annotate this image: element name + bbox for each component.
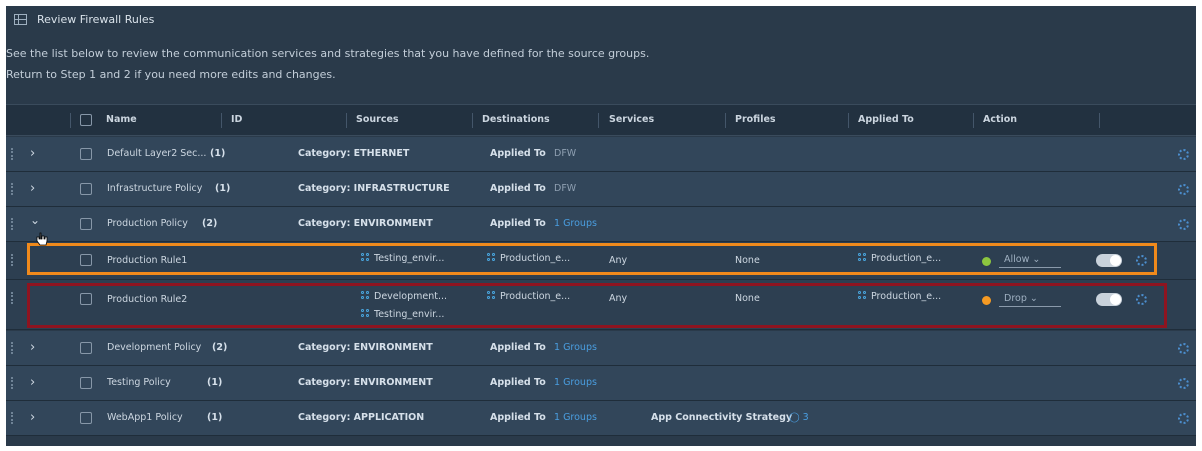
policy-name: Development Policy [107, 342, 202, 353]
review-firewall-rules-panel: Review Firewall Rules See the list below… [6, 6, 1196, 446]
policy-applied-to-groups-link[interactable]: 1 Groups [554, 412, 597, 423]
chevron-down-icon[interactable]: ⌄ [30, 213, 40, 227]
column-header-id[interactable]: ID [231, 105, 242, 135]
policy-category: Category: ENVIRONMENT [298, 377, 433, 388]
policy-applied-to-groups-link[interactable]: 1 Groups [554, 377, 597, 388]
policy-applied-to-groups-link[interactable]: 1 Groups [554, 218, 597, 229]
policy-applied-to-label: Applied To [490, 377, 546, 388]
drag-handle[interactable] [11, 292, 14, 304]
gear-icon[interactable] [1178, 378, 1189, 389]
column-header-applied-to[interactable]: Applied To [858, 105, 914, 135]
chevron-right-icon[interactable]: › [30, 146, 35, 161]
policy-applied-to-label: Applied To [490, 183, 546, 194]
drag-handle[interactable] [11, 218, 14, 230]
row-checkbox[interactable] [80, 412, 92, 424]
policy-applied-to-groups-link[interactable]: 1 Groups [554, 342, 597, 353]
description-line-2: Return to Step 1 and 2 if you need more … [6, 68, 336, 81]
policy-name: Default Layer2 Sec... [107, 148, 207, 159]
column-header-action[interactable]: Action [983, 105, 1017, 135]
gear-icon[interactable] [1178, 413, 1189, 424]
policy-applied-to-value: DFW [554, 183, 577, 194]
policy-applied-to-label: Applied To [490, 218, 546, 229]
policy-applied-to-label: Applied To [490, 148, 546, 159]
drag-handle[interactable] [11, 254, 14, 266]
policy-rule-count: (1) [215, 183, 231, 194]
panel-title: Review Firewall Rules [37, 12, 155, 26]
policy-rule-count: (1) [207, 412, 223, 423]
drag-handle[interactable] [11, 412, 14, 424]
drag-handle[interactable] [11, 377, 14, 389]
row-checkbox[interactable] [80, 377, 92, 389]
policy-name: WebApp1 Policy [107, 412, 183, 423]
rule1-highlight-box [27, 243, 1157, 275]
chevron-right-icon[interactable]: › [30, 410, 35, 425]
description-line-1: See the list below to review the communi… [6, 47, 650, 60]
gear-icon[interactable] [1178, 184, 1189, 195]
policy-row[interactable]: › WebApp1 Policy (1) Category: APPLICATI… [6, 401, 1196, 436]
policy-applied-to-value: DFW [554, 148, 577, 159]
column-header-profiles[interactable]: Profiles [735, 105, 776, 135]
gear-icon[interactable] [1178, 219, 1189, 230]
firewall-grid-icon [14, 13, 27, 25]
gear-icon[interactable] [1178, 149, 1189, 160]
policy-rule-count: (1) [207, 377, 223, 388]
policy-row-expanded[interactable]: ⌄ Production Policy (2) Category: ENVIRO… [6, 207, 1196, 242]
policy-rule-count: (1) [210, 148, 226, 159]
policy-rule-count: (2) [212, 342, 228, 353]
policy-name: Testing Policy [107, 377, 171, 388]
rule2-highlight-box [27, 283, 1167, 328]
policy-row[interactable]: › Testing Policy (1) Category: ENVIRONME… [6, 366, 1196, 401]
strategy-check-icon: ◯ [789, 412, 800, 423]
policy-row[interactable]: › Development Policy (2) Category: ENVIR… [6, 331, 1196, 366]
gear-icon[interactable] [1178, 343, 1189, 354]
chevron-right-icon[interactable]: › [30, 375, 35, 390]
policy-name: Production Policy [107, 218, 188, 229]
column-header-name[interactable]: Name [106, 105, 137, 135]
drag-handle[interactable] [11, 183, 14, 195]
app-connectivity-strategy-label: App Connectivity Strategy [651, 412, 793, 423]
table-footer [6, 439, 1196, 446]
chevron-right-icon[interactable]: › [30, 181, 35, 196]
policy-rule-count: (2) [202, 218, 218, 229]
row-checkbox[interactable] [80, 183, 92, 195]
policy-category: Category: ENVIRONMENT [298, 342, 433, 353]
column-header-sources[interactable]: Sources [356, 105, 399, 135]
policy-category: Category: APPLICATION [298, 412, 425, 423]
row-checkbox[interactable] [80, 148, 92, 160]
policy-category: Category: ENVIRONMENT [298, 218, 433, 229]
drag-handle[interactable] [11, 148, 14, 160]
policy-applied-to-label: Applied To [490, 342, 546, 353]
policy-row[interactable]: › Default Layer2 Sec... (1) Category: ET… [6, 137, 1196, 172]
policy-name: Infrastructure Policy [107, 183, 203, 194]
policy-row[interactable]: › Infrastructure Policy (1) Category: IN… [6, 172, 1196, 207]
chevron-right-icon[interactable]: › [30, 340, 35, 355]
row-checkbox[interactable] [80, 218, 92, 230]
drag-handle[interactable] [11, 342, 14, 354]
hand-cursor-icon [36, 232, 48, 246]
policy-category: Category: INFRASTRUCTURE [298, 183, 450, 194]
table-header: Name ID Sources Destinations Services Pr… [6, 104, 1196, 136]
column-header-services[interactable]: Services [609, 105, 654, 135]
policy-applied-to-label: Applied To [490, 412, 546, 423]
select-all-checkbox[interactable] [80, 114, 92, 126]
row-checkbox[interactable] [80, 342, 92, 354]
panel-title-bar: Review Firewall Rules [6, 6, 1196, 32]
strategy-count-link[interactable]: ◯ 3 [789, 412, 809, 423]
column-header-destinations[interactable]: Destinations [482, 105, 550, 135]
policy-category: Category: ETHERNET [298, 148, 410, 159]
